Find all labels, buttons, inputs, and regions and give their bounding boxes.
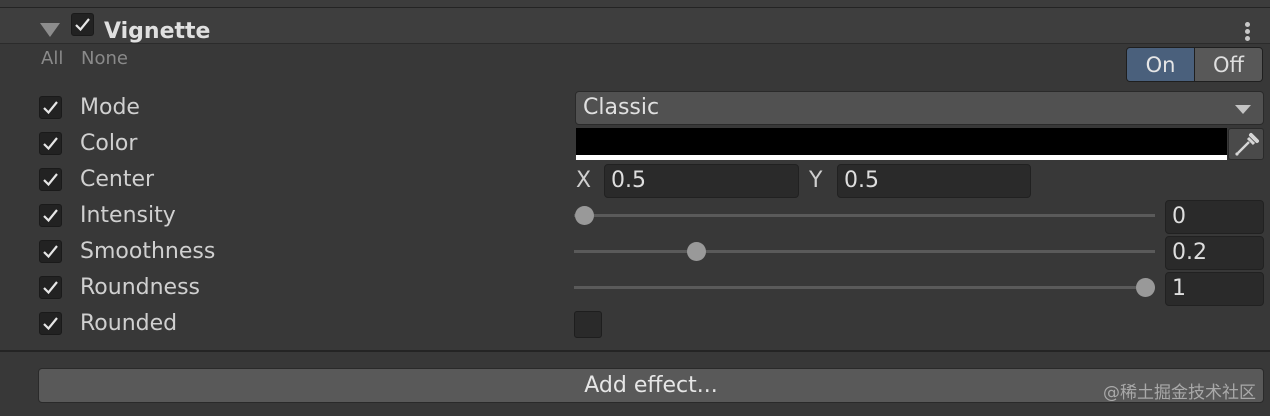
checkmark-icon (43, 317, 58, 331)
override-smoothness-checkbox[interactable] (39, 240, 62, 263)
mode-value: Classic (583, 95, 660, 120)
component-enabled-checkbox[interactable] (71, 13, 94, 36)
center-y-label: Y (809, 168, 823, 193)
component-title: Vignette (104, 19, 211, 44)
intensity-field[interactable]: 0 (1165, 200, 1264, 234)
checkmark-icon (43, 101, 58, 115)
center-x-label: X (576, 168, 592, 193)
toggle-off-button[interactable]: Off (1195, 48, 1262, 81)
rounded-checkbox[interactable] (574, 311, 602, 338)
checkmark-icon (75, 18, 90, 32)
kebab-menu-icon[interactable] (1238, 22, 1256, 46)
on-off-toggle[interactable]: On Off (1126, 47, 1263, 82)
mode-dropdown[interactable]: Classic (575, 91, 1264, 125)
smoothness-value: 0.2 (1172, 240, 1207, 265)
previous-component-edge (0, 0, 1270, 8)
roundness-label: Roundness (80, 275, 201, 300)
roundness-field[interactable]: 1 (1165, 272, 1264, 306)
intensity-value: 0 (1172, 204, 1186, 229)
eyedropper-icon (1235, 133, 1259, 156)
center-x-value: 0.5 (611, 168, 646, 193)
intensity-slider-track[interactable] (574, 214, 1155, 217)
roundness-value: 1 (1172, 276, 1186, 301)
smoothness-field[interactable]: 0.2 (1165, 236, 1264, 270)
eyedropper-button[interactable] (1228, 128, 1264, 160)
intensity-label: Intensity (80, 203, 176, 228)
override-rounded-checkbox[interactable] (39, 312, 62, 335)
add-effect-button[interactable]: Add effect... (38, 368, 1264, 403)
center-y-value: 0.5 (844, 168, 879, 193)
color-label: Color (80, 131, 138, 156)
center-x-field[interactable]: 0.5 (604, 164, 799, 198)
override-color-checkbox[interactable] (39, 132, 62, 155)
intensity-slider-thumb[interactable] (574, 206, 594, 225)
roundness-slider-track[interactable] (574, 286, 1155, 289)
dropdown-caret-icon (1235, 105, 1251, 114)
checkmark-icon (43, 209, 58, 223)
checkmark-icon (43, 245, 58, 259)
center-label: Center (80, 167, 155, 192)
checkmark-icon (43, 137, 58, 151)
color-swatch[interactable] (576, 128, 1227, 160)
override-intensity-checkbox[interactable] (39, 204, 62, 227)
smoothness-label: Smoothness (80, 239, 216, 264)
override-none-link[interactable]: None (81, 48, 128, 69)
override-center-checkbox[interactable] (39, 168, 62, 191)
override-all-link[interactable]: All (41, 48, 63, 69)
checkmark-icon (43, 173, 58, 187)
rounded-label: Rounded (80, 311, 178, 336)
checkmark-icon (43, 281, 58, 295)
watermark: @稀土掘金技术社区 (1103, 383, 1256, 403)
divider (0, 350, 1270, 352)
smoothness-slider-thumb[interactable] (686, 242, 706, 261)
override-roundness-checkbox[interactable] (39, 276, 62, 299)
component-header[interactable]: Vignette (0, 8, 1270, 44)
toggle-on-button[interactable]: On (1127, 48, 1195, 81)
roundness-slider-thumb[interactable] (1135, 278, 1155, 297)
override-mode-checkbox[interactable] (39, 96, 62, 119)
foldout-arrow-icon[interactable] (40, 23, 60, 37)
center-y-field[interactable]: 0.5 (837, 164, 1031, 198)
mode-label: Mode (80, 95, 140, 120)
smoothness-slider-track[interactable] (574, 250, 1155, 253)
